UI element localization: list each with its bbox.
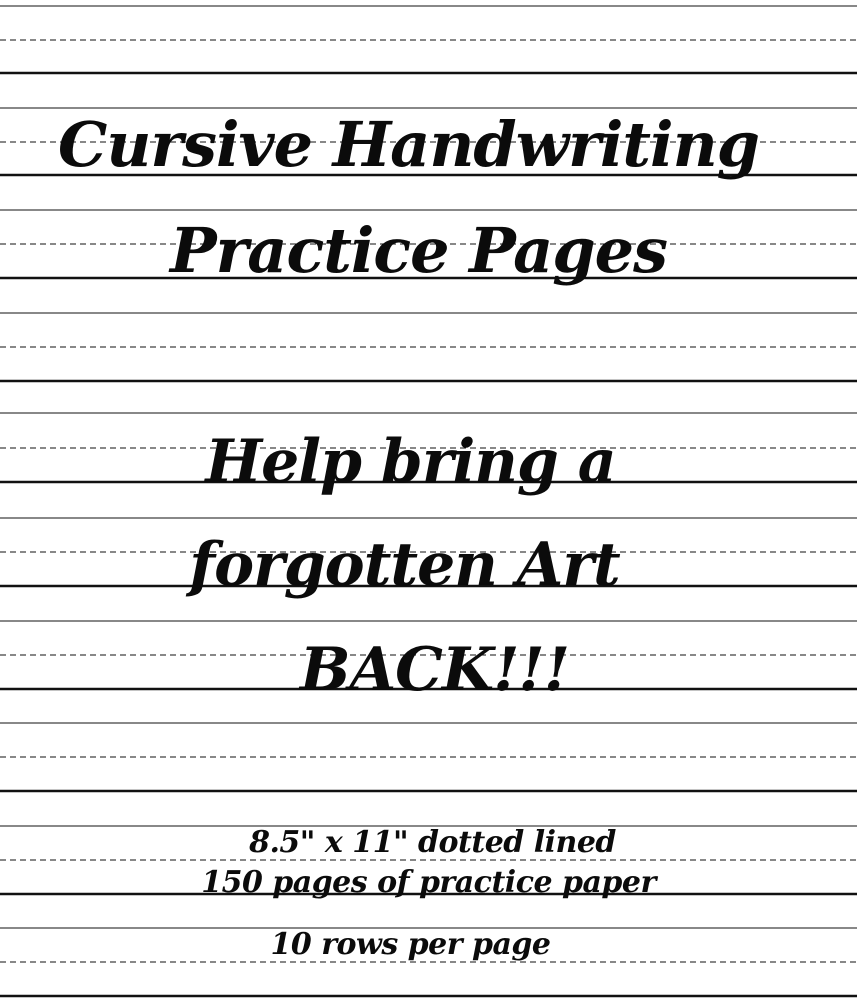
title-line-2: Practice Pages bbox=[169, 214, 668, 287]
slogan-line-3: BACK!!! bbox=[299, 635, 570, 705]
detail-line-2: 150 pages of practice paper bbox=[201, 865, 656, 900]
title-line-1: Cursive Handwriting bbox=[58, 108, 760, 181]
slogan-line-1: Help bring a bbox=[205, 427, 616, 497]
slogan-line-2: forgotten Art bbox=[189, 530, 620, 600]
detail-line-1: 8.5" x 11" dotted lined bbox=[249, 825, 616, 860]
detail-line-3: 10 rows per page bbox=[270, 927, 551, 962]
book-cover: Cursive Handwriting Practice Pages Help … bbox=[0, 0, 857, 1000]
